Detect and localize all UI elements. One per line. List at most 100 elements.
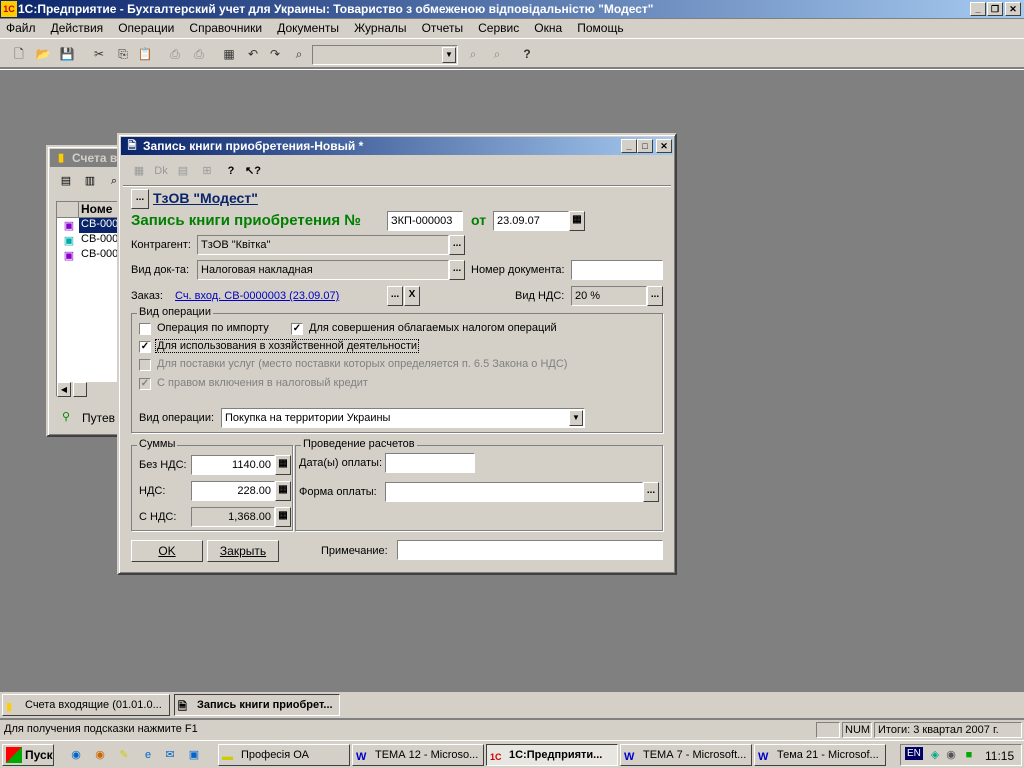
tab-purchase-book[interactable]: 🗎 Запись книги приобрет... (174, 694, 340, 716)
order-clear-button[interactable]: X (404, 286, 420, 306)
context-help-icon[interactable]: ↖? (245, 163, 261, 179)
op-type-select[interactable]: Покупка на территории Украины (221, 408, 585, 428)
language-indicator[interactable]: EN (905, 747, 923, 760)
network-icon[interactable]: ◈ (927, 747, 943, 763)
close-dialog-button[interactable]: Закрыть (207, 540, 279, 562)
desktop-icon[interactable]: ▣ (186, 747, 202, 763)
business-label[interactable]: Для использования в хозяйственной деятел… (155, 339, 420, 353)
dialog-title-bar[interactable]: 🗎 Запись книги приобретения-Новый * (121, 137, 673, 155)
save-icon[interactable]: 💾 (58, 45, 76, 63)
waybill-label[interactable]: Путев (82, 411, 115, 425)
record-number-field[interactable]: ЗКП-000003 (387, 211, 463, 231)
find-next-icon[interactable]: ⌕ (464, 45, 482, 63)
contragent-field[interactable]: ТзОВ "Квітка" (197, 235, 449, 255)
redo-icon[interactable]: ↷ (266, 45, 284, 63)
dialog-minimize-button[interactable]: _ (621, 139, 637, 153)
edit-icon[interactable]: ▥ (82, 173, 98, 189)
credit-label[interactable]: С правом включения в налоговый кредит (157, 377, 368, 389)
vat-field[interactable]: 228.00 (191, 481, 275, 501)
with-vat-field[interactable]: 1,368.00 (191, 507, 275, 527)
calculator-icon[interactable]: ▦ (275, 455, 291, 475)
menu-windows[interactable]: Окна (528, 19, 568, 37)
open-icon[interactable]: 📂 (34, 45, 52, 63)
taxable-checkbox[interactable]: ✓ (291, 323, 303, 335)
calculator-icon[interactable]: ▦ (275, 481, 291, 501)
purchase-book-dialog[interactable]: 🗎 Запись книги приобретения-Новый * _ □ … (117, 133, 677, 575)
chevron-down-icon[interactable]: ▼ (442, 47, 456, 63)
menu-file[interactable]: Файл (0, 19, 42, 37)
menu-operations[interactable]: Операции (112, 19, 180, 37)
dialog-close-button[interactable]: ✕ (656, 139, 672, 153)
business-checkbox[interactable]: ✓ (139, 341, 151, 353)
order-link[interactable]: Сч. вход. СВ-0000003 (23.09.07) (175, 290, 339, 302)
app-tray-icon[interactable]: ■ (961, 747, 977, 763)
import-checkbox[interactable] (139, 323, 151, 335)
pay-date-field[interactable] (385, 453, 475, 473)
post-icon[interactable]: ▦ (131, 163, 147, 179)
cut-icon[interactable]: ✂ (90, 45, 108, 63)
credit-checkbox[interactable]: ✓ (139, 378, 151, 390)
pay-form-field[interactable] (385, 482, 643, 502)
ie-icon[interactable]: e (140, 747, 156, 763)
menu-references[interactable]: Справочники (183, 19, 268, 37)
waybill-icon[interactable]: ⚲ (58, 409, 74, 425)
calendar-icon[interactable]: ▦ (569, 211, 585, 231)
paste-icon[interactable]: 📋 (136, 45, 154, 63)
list-icon[interactable]: ▤ (58, 173, 74, 189)
incoming-invoices-title[interactable]: ▮ Счета в (50, 149, 122, 167)
services-checkbox[interactable] (139, 359, 151, 371)
search-combo[interactable]: ▼ (312, 45, 458, 65)
help-icon[interactable]: ? (518, 45, 536, 63)
note-field[interactable] (397, 540, 663, 560)
order-select-button[interactable]: ... (387, 286, 403, 306)
minimize-button[interactable]: _ (970, 2, 986, 16)
chevron-down-icon[interactable]: ▼ (569, 410, 583, 426)
scroll-left-icon[interactable]: ◀ (57, 382, 71, 397)
vat-type-select-button[interactable]: ... (647, 286, 663, 306)
menu-actions[interactable]: Действия (45, 19, 110, 37)
outlook-icon[interactable]: ✉ (162, 747, 178, 763)
taskbar-item-folder[interactable]: ▬ Професія ОА (218, 744, 350, 766)
restore-button[interactable]: ❐ (987, 2, 1003, 16)
ok-button[interactable]: OK (131, 540, 203, 562)
copy-icon[interactable]: ⎘ (114, 45, 132, 63)
taskbar-item-word-21[interactable]: W Тема 21 - Microsof... (754, 744, 886, 766)
import-label[interactable]: Операция по импорту (157, 322, 269, 334)
structure-icon[interactable]: ⊞ (199, 163, 215, 179)
taxable-label[interactable]: Для совершения облагаемых налогом операц… (309, 322, 557, 334)
calculator-icon[interactable]: ▦ (220, 45, 238, 63)
taskbar-item-1c[interactable]: 1C 1С:Предприяти... (486, 744, 618, 766)
company-link[interactable]: ТзОВ "Модест" (153, 190, 258, 206)
taskbar-item-word-12[interactable]: W ТЕМА 12 - Microso... (352, 744, 484, 766)
close-button[interactable]: ✕ (1005, 2, 1021, 16)
menu-help[interactable]: Помощь (571, 19, 629, 37)
undo-icon[interactable]: ↶ (244, 45, 262, 63)
antivirus-icon[interactable]: ◉ (943, 747, 959, 763)
contragent-select-button[interactable]: ... (449, 235, 465, 255)
menu-reports[interactable]: Отчеты (416, 19, 469, 37)
print-preview-icon[interactable]: ⎙ (190, 45, 208, 63)
pay-form-select-button[interactable]: ... (643, 482, 659, 502)
menu-journals[interactable]: Журналы (348, 19, 412, 37)
tool-icon[interactable]: ✎ (116, 747, 132, 763)
new-icon[interactable]: 🗋 (10, 45, 28, 63)
media-player-icon[interactable]: ◉ (92, 747, 108, 763)
start-button[interactable]: Пуск (2, 744, 54, 766)
services-label[interactable]: Для поставки услуг (место поставки котор… (157, 358, 567, 370)
doctype-select-button[interactable]: ... (449, 260, 465, 280)
date-field[interactable]: 23.09.07 (493, 211, 569, 231)
invoice-list[interactable]: Номе ▣ СВ-000 ▣ СВ-000 ▣ СВ-000 ◀ (56, 201, 127, 397)
help-icon[interactable]: ? (223, 163, 239, 179)
menu-service[interactable]: Сервис (472, 19, 525, 37)
movements-icon[interactable]: ▤ (175, 163, 191, 179)
no-vat-field[interactable]: 1140.00 (191, 455, 275, 475)
find-prev-icon[interactable]: ⌕ (488, 45, 506, 63)
print-icon[interactable]: ⎙ (166, 45, 184, 63)
docnum-field[interactable] (571, 260, 663, 280)
incoming-invoices-window[interactable]: ▮ Счета в ▤ ▥ ⌕ Номе ▣ СВ-000 ▣ СВ-000 ▣… (46, 145, 127, 437)
calculator-icon[interactable]: ▦ (275, 507, 291, 527)
company-select-button[interactable]: ... (131, 189, 149, 209)
dialog-maximize-button[interactable]: □ (637, 139, 653, 153)
find-icon[interactable]: ⌕ (290, 45, 308, 63)
tab-incoming-invoices[interactable]: ▮ Счета входящие (01.01.0... (2, 694, 170, 716)
